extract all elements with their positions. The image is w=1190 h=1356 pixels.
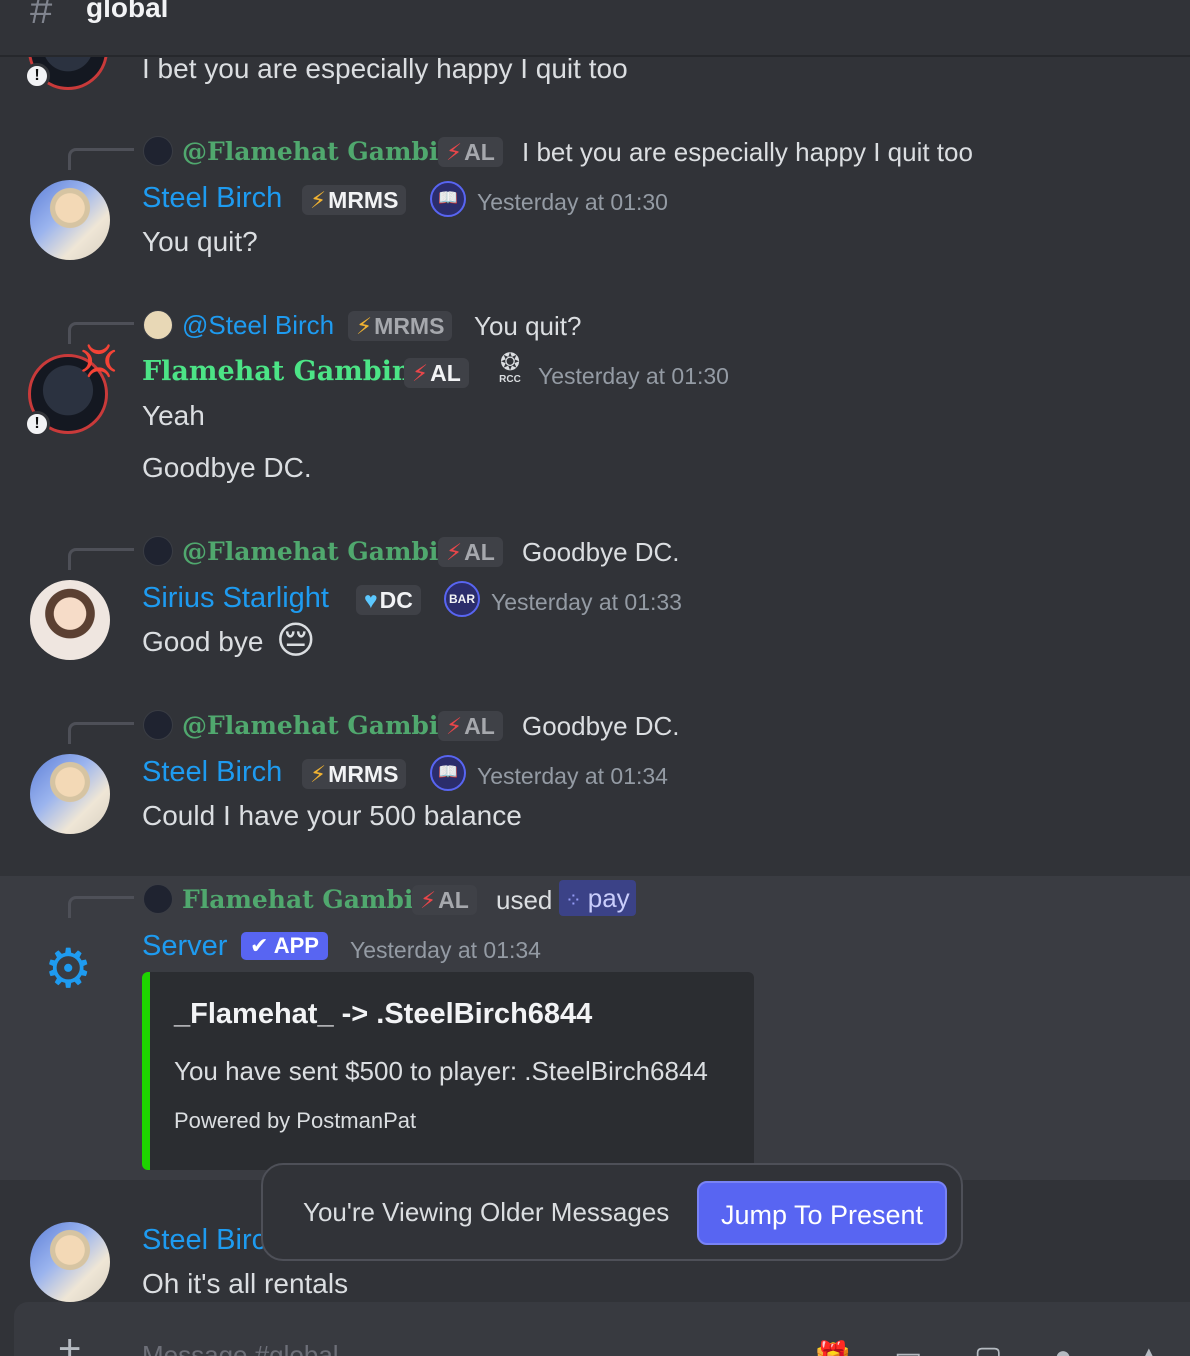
lightning-icon: ⚡ bbox=[412, 360, 429, 386]
emoji-icon[interactable]: ● bbox=[1054, 1340, 1072, 1356]
anger-icon: 💢 bbox=[80, 345, 118, 378]
reply-text: Goodbye DC. bbox=[522, 711, 680, 741]
role-tag: ⚡MRMS bbox=[302, 185, 407, 215]
lightning-icon: ⚡ bbox=[446, 139, 463, 165]
lightning-icon: ⚡ bbox=[310, 187, 327, 213]
reply-avatar[interactable] bbox=[143, 536, 173, 566]
reply-spine bbox=[68, 322, 134, 344]
lightning-icon: ⚡ bbox=[420, 887, 437, 913]
role-tag: ⚡AL bbox=[438, 711, 503, 741]
timestamp[interactable]: Yesterday at 01:30 bbox=[538, 363, 729, 390]
plus-icon[interactable]: + bbox=[58, 1329, 84, 1356]
reply-author[interactable]: @Flamehat Gambino bbox=[182, 537, 473, 566]
book-badge-icon[interactable]: 📖 bbox=[430, 755, 466, 791]
gif-icon[interactable]: ▭ bbox=[894, 1340, 922, 1356]
reply-author[interactable]: @Flamehat Gambino bbox=[182, 711, 473, 740]
reply-preview[interactable]: @Flamehat Gambino bbox=[182, 710, 473, 741]
timestamp[interactable]: Yesterday at 01:34 bbox=[477, 763, 668, 790]
apps-icon[interactable]: ▲ bbox=[1134, 1340, 1164, 1356]
heart-icon: ♥ bbox=[364, 587, 378, 613]
role-tag: ♥DC bbox=[356, 585, 421, 615]
embed-title: _Flamehat_ -> .SteelBirch6844 bbox=[174, 998, 593, 1030]
reply-spine bbox=[68, 896, 134, 918]
lightning-icon: ⚡ bbox=[310, 761, 327, 787]
reply-preview[interactable]: Flamehat Gambino bbox=[182, 884, 448, 915]
avatar[interactable] bbox=[30, 754, 110, 834]
reply-text: Goodbye DC. bbox=[522, 537, 680, 567]
rcc-badge-icon[interactable]: RCC bbox=[492, 348, 528, 388]
status-icon: ! bbox=[24, 63, 50, 89]
reply-avatar[interactable] bbox=[143, 136, 173, 166]
command-icon: ⁘ bbox=[565, 890, 582, 912]
avatar[interactable] bbox=[30, 1222, 110, 1302]
role-tag: ⚡AL bbox=[438, 537, 503, 567]
role-tag: ⚡AL bbox=[404, 358, 469, 388]
timestamp[interactable]: Yesterday at 01:30 bbox=[477, 189, 668, 216]
author-name[interactable]: Server bbox=[142, 930, 227, 963]
jump-to-present-button[interactable]: Jump To Present bbox=[697, 1181, 947, 1245]
used-text: used bbox=[496, 885, 553, 915]
embed-card: _Flamehat_ -> .SteelBirch6844 You have s… bbox=[142, 972, 754, 1170]
reply-author[interactable]: Flamehat Gambino bbox=[182, 885, 448, 914]
reply-avatar[interactable] bbox=[143, 310, 173, 340]
book-badge-icon[interactable]: 📖 bbox=[430, 181, 466, 217]
message-text: Goodbye DC. bbox=[142, 452, 312, 483]
app-badge: ✔ APP bbox=[241, 932, 328, 960]
message-text: Good bye bbox=[142, 626, 264, 657]
message-input[interactable]: Message #global bbox=[142, 1340, 339, 1356]
reply-spine bbox=[68, 548, 134, 570]
timestamp[interactable]: Yesterday at 01:34 bbox=[350, 937, 541, 964]
channel-title: global bbox=[86, 0, 169, 23]
author-name[interactable]: Steel Birch bbox=[142, 182, 282, 215]
message-text: Could I have your 500 balance bbox=[142, 800, 522, 831]
role-tag: ⚡MRMS bbox=[302, 759, 407, 789]
gear-icon[interactable]: ⚙ bbox=[44, 942, 92, 996]
lightning-icon: ⚡ bbox=[446, 539, 463, 565]
gift-icon[interactable]: 🎁 bbox=[814, 1340, 851, 1356]
reply-text: I bet you are especially happy I quit to… bbox=[522, 137, 973, 167]
embed-footer: Powered by PostmanPat bbox=[174, 1108, 417, 1133]
author-name[interactable]: Steel Birch bbox=[142, 756, 282, 789]
reply-preview[interactable]: @Flamehat Gambino bbox=[182, 536, 473, 567]
pensive-face-emoji[interactable]: 😔 bbox=[276, 618, 316, 663]
message-text: I bet you are especially happy I quit to… bbox=[142, 53, 628, 84]
bar-badge-icon[interactable]: BAR bbox=[444, 581, 480, 617]
sticker-icon[interactable]: ▢ bbox=[974, 1340, 1002, 1356]
slash-command[interactable]: ⁘ pay bbox=[559, 880, 636, 916]
author-name[interactable]: Sirius Starlight bbox=[142, 582, 329, 615]
hashtag-icon: # bbox=[30, 0, 53, 32]
reply-spine bbox=[68, 148, 134, 170]
role-tag: ⚡AL bbox=[412, 885, 477, 915]
message-text: You quit? bbox=[142, 226, 258, 257]
timestamp[interactable]: Yesterday at 01:33 bbox=[491, 589, 682, 616]
embed-description: You have sent $500 to player: .SteelBirc… bbox=[174, 1056, 708, 1086]
reply-preview[interactable]: @Steel Birch bbox=[182, 310, 334, 341]
reply-preview[interactable]: @Flamehat Gambino bbox=[182, 136, 473, 167]
author-name[interactable]: Flamehat Gambino bbox=[142, 356, 430, 387]
avatar[interactable] bbox=[30, 580, 110, 660]
message-composer: + Message #global 🎁 ▭ ▢ ● ▲ bbox=[14, 1302, 1190, 1356]
older-messages-label: You're Viewing Older Messages bbox=[303, 1197, 670, 1227]
reply-avatar[interactable] bbox=[143, 710, 173, 740]
role-tag: ⚡AL bbox=[438, 137, 503, 167]
lightning-icon: ⚡ bbox=[446, 713, 463, 739]
lightning-icon: ⚡ bbox=[356, 313, 373, 339]
reply-author[interactable]: @Steel Birch bbox=[182, 310, 334, 340]
older-messages-bar: You're Viewing Older Messages Jump To Pr… bbox=[261, 1163, 963, 1261]
reply-spine bbox=[68, 722, 134, 744]
reply-avatar[interactable] bbox=[143, 884, 173, 914]
status-icon: ! bbox=[24, 411, 50, 437]
reply-text: You quit? bbox=[474, 311, 582, 341]
avatar[interactable] bbox=[30, 180, 110, 260]
message-text: Oh it's all rentals bbox=[142, 1268, 349, 1299]
reply-author[interactable]: @Flamehat Gambino bbox=[182, 137, 473, 166]
channel-header: # global bbox=[0, 0, 1190, 57]
role-tag: ⚡MRMS bbox=[348, 311, 453, 341]
message-text: Yeah bbox=[142, 400, 205, 431]
